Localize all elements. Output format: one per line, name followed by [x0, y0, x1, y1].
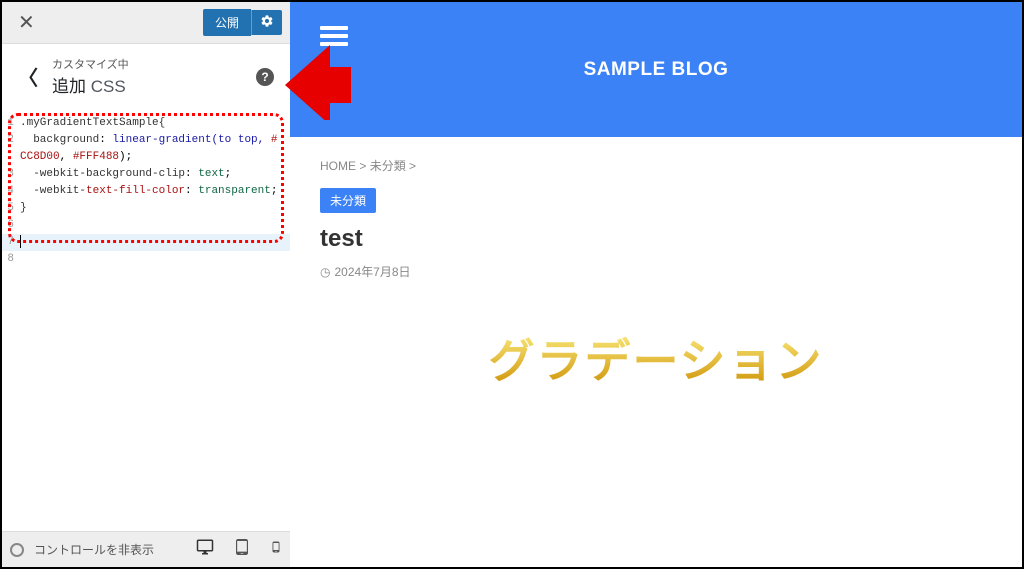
section-name: 追加 CSS	[52, 72, 256, 97]
gradient-sample-text: グラデーション	[320, 325, 992, 391]
close-icon[interactable]: ✕	[10, 6, 43, 39]
sidebar-footer: コントロールを非表示	[2, 531, 290, 567]
category-tag[interactable]: 未分類	[320, 188, 376, 213]
help-icon[interactable]: ?	[256, 68, 274, 86]
hide-controls-toggle[interactable]	[10, 543, 24, 557]
sidebar-topbar: ✕ 公開	[2, 2, 290, 44]
clock-icon: ◷	[320, 265, 330, 279]
blog-title[interactable]: SAMPLE BLOG	[584, 59, 729, 81]
css-code-editor[interactable]: 1.myGradientTextSample{ 2 background: li…	[2, 109, 290, 531]
annotation-arrow-icon	[285, 45, 355, 120]
section-header: 〈 カスタマイズ中 追加 CSS ?	[2, 44, 290, 109]
preview-pane: SAMPLE BLOG HOME > 未分類 > 未分類 test ◷ 2024…	[290, 2, 1022, 567]
post-date: ◷ 2024年7月8日	[320, 263, 992, 280]
breadcrumb-category[interactable]: 未分類	[370, 159, 406, 173]
preview-content: HOME > 未分類 > 未分類 test ◷ 2024年7月8日 グラデーショ…	[290, 137, 1022, 567]
breadcrumb: HOME > 未分類 >	[320, 157, 992, 174]
gear-icon[interactable]	[251, 10, 282, 35]
breadcrumb-home[interactable]: HOME	[320, 159, 356, 173]
customizing-label: カスタマイズ中	[52, 56, 256, 72]
customizer-sidebar: ✕ 公開 〈 カスタマイズ中 追加 CSS ? 1.myGradientText…	[2, 2, 290, 567]
back-chevron-icon[interactable]: 〈	[18, 62, 38, 91]
desktop-icon[interactable]	[196, 538, 214, 561]
footer-label: コントロールを非表示	[34, 541, 186, 558]
device-preview-icons	[196, 538, 282, 561]
post-title: test	[320, 225, 992, 253]
publish-group: 公開	[203, 9, 282, 36]
site-header: SAMPLE BLOG	[290, 2, 1022, 137]
tablet-icon[interactable]	[234, 538, 250, 561]
publish-button[interactable]: 公開	[203, 9, 251, 36]
mobile-icon[interactable]	[270, 538, 282, 561]
section-titles: カスタマイズ中 追加 CSS	[52, 56, 256, 97]
